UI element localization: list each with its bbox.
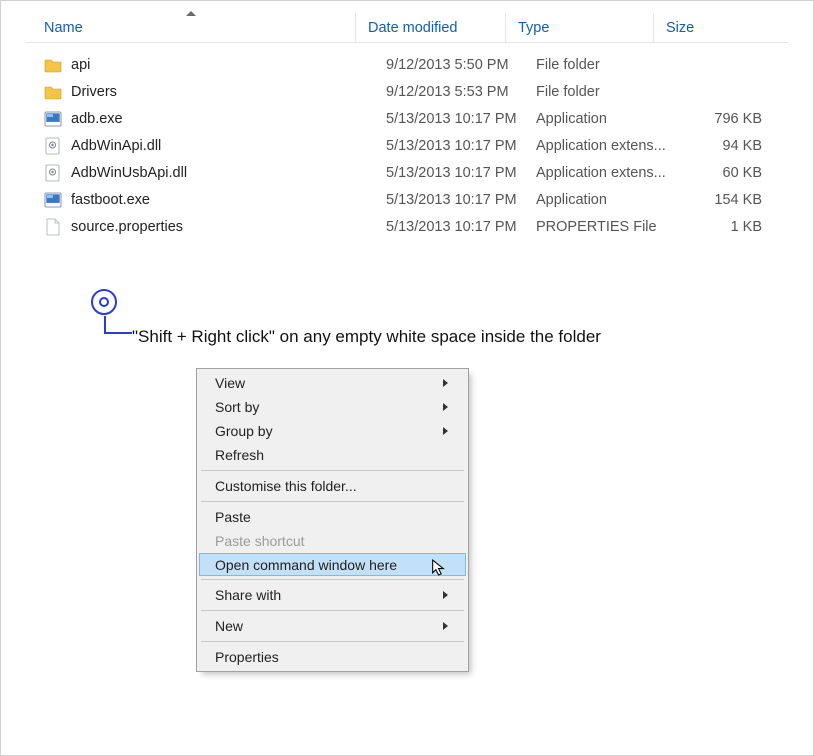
- submenu-arrow-icon: [443, 622, 448, 630]
- file-name: Drivers: [71, 84, 117, 100]
- menu-separator: [201, 610, 464, 611]
- menu-item-label: Paste shortcut: [215, 533, 448, 549]
- file-type: Application extens...: [524, 138, 672, 154]
- file-date: 5/13/2013 10:17 PM: [374, 192, 524, 208]
- context-menu: View Sort by Group by Refresh Customise this…: [196, 368, 469, 672]
- file-date: 9/12/2013 5:50 PM: [374, 57, 524, 73]
- submenu-arrow-icon: [443, 591, 448, 599]
- cursor-icon: [431, 559, 447, 577]
- menu-item-label: Properties: [215, 649, 448, 665]
- file-row[interactable]: Drivers 9/12/2013 5:53 PMFile folder: [26, 78, 788, 105]
- menu-item-label: New: [215, 618, 443, 634]
- file-type: Application: [524, 111, 672, 127]
- file-size: 1 KB: [672, 219, 772, 235]
- file-date: 5/13/2013 10:17 PM: [374, 138, 524, 154]
- column-header-name-label: Name: [44, 20, 83, 36]
- click-indicator-icon: [74, 283, 134, 343]
- menu-item-label: View: [215, 375, 443, 391]
- file-date: 9/12/2013 5:53 PM: [374, 84, 524, 100]
- menu-item-label: Paste: [215, 509, 448, 525]
- column-header-date-label: Date modified: [368, 20, 457, 36]
- menu-item-open-command-window-here[interactable]: Open command window here: [199, 553, 466, 576]
- file-size: 94 KB: [672, 138, 772, 154]
- file-type: Application: [524, 192, 672, 208]
- menu-item-paste[interactable]: Paste: [199, 505, 466, 529]
- file-name: adb.exe: [71, 111, 123, 127]
- column-headers: Name Date modified Type Size: [26, 13, 788, 43]
- file-type: Application extens...: [524, 165, 672, 181]
- menu-item-label: Refresh: [215, 447, 448, 463]
- exe-icon: [44, 110, 62, 128]
- file-row[interactable]: AdbWinUsbApi.dll 5/13/2013 10:17 PMApplic…: [26, 159, 788, 186]
- annotation-text: "Shift + Right click" on any empty white…: [132, 327, 601, 347]
- folder-icon: [44, 56, 62, 74]
- menu-item-paste-shortcut: Paste shortcut: [199, 529, 466, 553]
- file-name: AdbWinApi.dll: [71, 138, 161, 154]
- menu-item-label: Share with: [215, 587, 443, 603]
- file-size: 796 KB: [672, 111, 772, 127]
- file-name: api: [71, 57, 90, 73]
- file-type: File folder: [524, 57, 672, 73]
- file-icon: [44, 218, 62, 236]
- file-date: 5/13/2013 10:17 PM: [374, 165, 524, 181]
- menu-item-group-by[interactable]: Group by: [199, 419, 466, 443]
- column-header-type[interactable]: Type: [506, 13, 654, 42]
- menu-item-label: Group by: [215, 423, 443, 439]
- menu-item-view[interactable]: View: [199, 371, 466, 395]
- submenu-arrow-icon: [443, 403, 448, 411]
- file-type: File folder: [524, 84, 672, 100]
- dll-icon: [44, 137, 62, 155]
- menu-separator: [201, 641, 464, 642]
- menu-item-properties[interactable]: Properties: [199, 645, 466, 669]
- column-header-type-label: Type: [518, 20, 549, 36]
- file-row[interactable]: api 9/12/2013 5:50 PMFile folder: [26, 51, 788, 78]
- dll-icon: [44, 164, 62, 182]
- column-header-name[interactable]: Name: [26, 13, 356, 42]
- menu-item-new[interactable]: New: [199, 614, 466, 638]
- menu-item-label: Customise this folder...: [215, 478, 448, 494]
- file-name: source.properties: [71, 219, 183, 235]
- menu-item-sort-by[interactable]: Sort by: [199, 395, 466, 419]
- menu-item-share-with[interactable]: Share with: [199, 583, 466, 607]
- file-type: PROPERTIES File: [524, 219, 672, 235]
- column-header-size-label: Size: [666, 20, 694, 36]
- menu-separator: [201, 501, 464, 502]
- folder-icon: [44, 83, 62, 101]
- menu-item-refresh[interactable]: Refresh: [199, 443, 466, 467]
- submenu-arrow-icon: [443, 427, 448, 435]
- file-row[interactable]: AdbWinApi.dll 5/13/2013 10:17 PMApplicati…: [26, 132, 788, 159]
- file-size: 154 KB: [672, 192, 772, 208]
- file-name: AdbWinUsbApi.dll: [71, 165, 187, 181]
- file-row[interactable]: source.properties 5/13/2013 10:17 PMPROPE…: [26, 213, 788, 240]
- file-date: 5/13/2013 10:17 PM: [374, 219, 524, 235]
- menu-item-customise-this-folder[interactable]: Customise this folder...: [199, 474, 466, 498]
- file-row[interactable]: fastboot.exe 5/13/2013 10:17 PMApplicatio…: [26, 186, 788, 213]
- file-list[interactable]: api 9/12/2013 5:50 PMFile folder Drivers 9/…: [26, 51, 788, 240]
- file-size: 60 KB: [672, 165, 772, 181]
- menu-separator: [201, 579, 464, 580]
- menu-item-label: Open command window here: [215, 557, 448, 573]
- column-header-size[interactable]: Size: [654, 13, 754, 42]
- column-header-date[interactable]: Date modified: [356, 13, 506, 42]
- menu-separator: [201, 470, 464, 471]
- sort-ascending-icon: [186, 11, 196, 16]
- file-date: 5/13/2013 10:17 PM: [374, 111, 524, 127]
- submenu-arrow-icon: [443, 379, 448, 387]
- file-name: fastboot.exe: [71, 192, 150, 208]
- exe-icon: [44, 191, 62, 209]
- file-row[interactable]: adb.exe 5/13/2013 10:17 PMApplication796 …: [26, 105, 788, 132]
- menu-item-label: Sort by: [215, 399, 443, 415]
